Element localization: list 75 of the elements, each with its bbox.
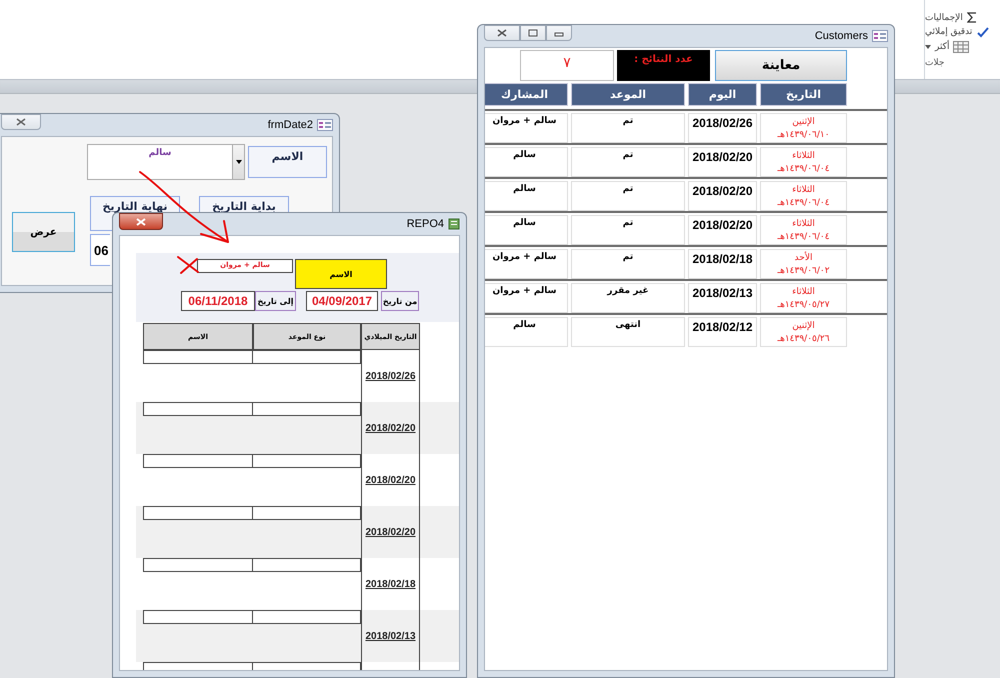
table-cell: تم [571,147,685,177]
close-icon [16,118,26,126]
table-cell: الثلاثاء ١٤٣٩/٠٦/٠٤هـ [760,181,847,211]
close-icon [497,29,507,37]
table-cell: 2018/02/20 [688,215,757,245]
column-header: التاريخ [760,83,847,106]
column-header: الموعد [571,83,685,106]
date-link[interactable]: 2018/02/20 [365,527,416,538]
close-button[interactable] [484,25,520,41]
name-label: الاسم [248,146,327,178]
table-cell: 2018/02/20 [688,181,757,211]
table-cell: تم [571,113,685,143]
table-cell: الأحد ١٤٣٩/٠٦/٠٢هـ [760,249,847,279]
form-icon [317,119,333,131]
close-button[interactable] [1,114,41,130]
table-cell: 2018/02/13 [688,283,757,313]
table-cell: تم [571,249,685,279]
table-cell: 2018/02/20 [688,147,757,177]
table-cell: 2018/02/18 [688,249,757,279]
date-link[interactable]: 2018/02/20 [365,423,416,434]
cross-mark [177,256,199,274]
name-dropdown[interactable]: سالم [87,144,245,180]
ribbon-command[interactable]: تدقيق إملائي [925,26,990,38]
column-header: المشارك [485,83,568,106]
end-date-field[interactable]: 06 [90,234,110,266]
show-button[interactable]: عرض [12,212,75,252]
date-link[interactable]: 2018/02/26 [365,371,416,382]
date-link[interactable]: 2018/02/20 [365,475,416,486]
table-cell: سالم [485,147,568,177]
column-header: اليوم [688,83,757,106]
table-cell: الإثنين ١٤٣٩/٠٦/١٠هـ [760,113,847,143]
ribbon-command[interactable]: الإجماليات [925,12,977,23]
table-cell: سالم [485,317,568,347]
table-cell: انتهى [571,317,685,347]
window-title: Customers [814,30,868,42]
date-field: 04/09/2017 [306,291,378,311]
date-field: 06/11/2018 [181,291,255,311]
result-count: ٧ [520,50,614,81]
table-cell: سالم + مروان [485,113,568,143]
table-cell: تم [571,215,685,245]
form-icon [872,30,888,42]
date-link[interactable]: 2018/02/13 [365,631,416,642]
minimize-button[interactable] [546,25,572,41]
caret-icon [925,45,931,49]
result-count-label: عدد النتائج : [617,50,710,81]
table-cell: سالم [485,181,568,211]
table-cell: الثلاثاء ١٤٣٩/٠٥/٢٧هـ [760,283,847,313]
close-icon [136,218,146,226]
caret-icon [236,160,242,164]
from-date-label: من تاريخ [381,291,419,311]
table-icon [953,41,970,53]
to-date-label: إلى تاريخ [255,291,296,311]
ribbon-command[interactable]: أكثر [925,41,970,53]
close-button[interactable] [119,213,163,230]
restore-button[interactable] [520,25,546,41]
table-cell: 2018/02/26 [688,113,757,143]
date-link[interactable]: 2018/02/18 [365,579,416,590]
table-cell: سالم [485,215,568,245]
window-title: frmDate2 [268,119,313,131]
group-label: جلات [925,58,944,68]
table-cell: الثلاثاء ١٤٣٩/٠٦/٠٤هـ [760,215,847,245]
table-cell: 2018/02/12 [688,317,757,347]
name-label: الاسم [295,259,387,289]
table-cell: الإثنين ١٤٣٩/٠٥/٢٦هـ [760,317,847,347]
spell-check-icon [976,26,990,38]
report-icon [448,218,460,230]
table-cell: سالم + مروان [485,283,568,313]
table-cell: سالم + مروان [485,249,568,279]
preview-button[interactable]: معاينة [715,50,847,81]
sigma-icon [966,12,977,23]
table-cell: الثلاثاء ١٤٣٩/٠٦/٠٤هـ [760,147,847,177]
window-title: REPO4 [406,218,444,230]
table-cell: تم [571,181,685,211]
table-cell: غير مقرر [571,283,685,313]
restore-icon [528,29,538,37]
